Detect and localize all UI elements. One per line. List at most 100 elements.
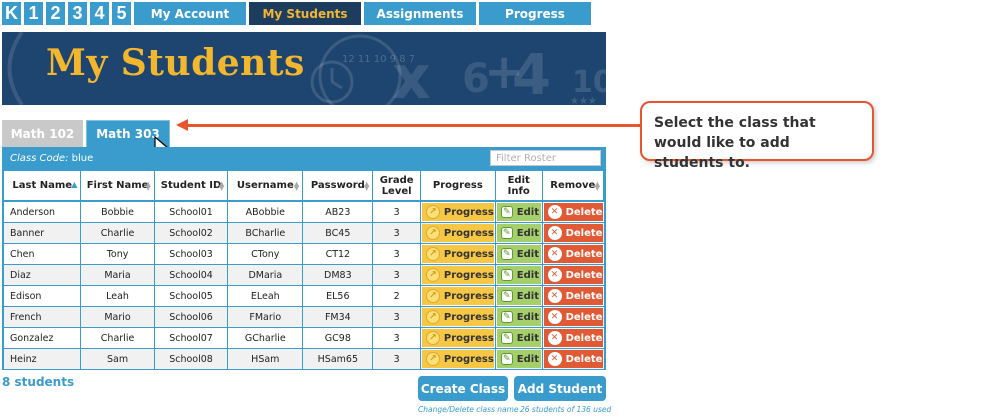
grade-5-button[interactable]: 5 <box>112 2 131 25</box>
col-first-name[interactable]: First Name ▲ ▼ <box>80 171 155 202</box>
student-count: 8 students <box>2 375 75 389</box>
col-username[interactable]: Username ▲ ▼ <box>227 171 304 202</box>
delete-button[interactable]: ✕ Delete <box>543 287 603 305</box>
edit-button[interactable]: ✎ Edit <box>496 203 541 221</box>
page-banner: 12 11 10 9 8 7 x 6 + 4 10 ★★★ My Student… <box>2 32 606 105</box>
nav-assignments[interactable]: Assignments <box>364 2 476 25</box>
progress-label: Progress <box>443 206 494 218</box>
col-password[interactable]: Password ▲ ▼ <box>302 171 374 202</box>
cell-grade: 2 <box>372 285 421 307</box>
edit-button[interactable]: ✎ Edit <box>496 224 541 242</box>
class-code-value: blue <box>71 153 94 164</box>
col-student-id[interactable]: Student ID ▲ ▼ <box>154 171 229 202</box>
edit-button[interactable]: ✎ Edit <box>496 245 541 263</box>
cell-grade: 3 <box>372 264 421 286</box>
cell-first: Bobbie <box>80 201 155 223</box>
col-edit-info: Edit Info <box>495 171 543 202</box>
nav-my-students[interactable]: My Students <box>249 2 361 25</box>
progress-button[interactable]: ↗ Progress <box>421 245 494 263</box>
progress-button[interactable]: ↗ Progress <box>421 266 494 284</box>
close-icon: ✕ <box>547 247 562 261</box>
progress-button[interactable]: ↗ Progress <box>421 224 494 242</box>
col-grade-level[interactable]: Grade Level <box>372 171 421 202</box>
cell-password: CT12 <box>302 243 374 265</box>
tab-math-102[interactable]: Math 102 <box>2 120 83 148</box>
close-icon: ✕ <box>547 205 562 219</box>
roster-body: Anderson Bobbie School01 ABobbie AB23 3 ↗ Progr… <box>4 201 604 370</box>
add-student-button[interactable]: Add Student <box>514 376 606 401</box>
grade-2-button[interactable]: 2 <box>46 2 65 25</box>
edit-button[interactable]: ✎ Edit <box>496 329 541 347</box>
cell-password: EL56 <box>302 285 374 307</box>
grade-1-button[interactable]: 1 <box>24 2 43 25</box>
cell-last: Banner <box>4 222 82 244</box>
create-class-button[interactable]: Create Class <box>418 376 508 401</box>
progress-button[interactable]: ↗ Progress <box>421 203 494 221</box>
delete-label: Delete <box>565 290 603 302</box>
close-icon: ✕ <box>547 352 562 366</box>
cell-grade: 3 <box>372 327 421 349</box>
delete-button[interactable]: ✕ Delete <box>543 266 603 284</box>
cell-first: Sam <box>80 348 155 370</box>
progress-button[interactable]: ↗ Progress <box>421 329 494 347</box>
add-student-note: 26 students of 136 used <box>520 405 612 414</box>
callout-arrow-line <box>186 124 640 127</box>
svg-text:10: 10 <box>572 65 606 100</box>
table-row: Edison Leah School05 ELeah EL56 2 ↗ Progress ✎ Ed… <box>4 285 604 307</box>
cell-first: Charlie <box>80 327 155 349</box>
col-last-name[interactable]: Last Name ▲ <box>4 171 82 202</box>
instruction-callout: Select the class that would like to add … <box>640 101 874 171</box>
progress-button[interactable]: ↗ Progress <box>421 287 494 305</box>
cell-progress: ↗ Progress <box>420 285 496 307</box>
cell-id: School05 <box>154 285 229 307</box>
cell-delete: ✕ Delete <box>542 327 604 349</box>
edit-button[interactable]: ✎ Edit <box>496 287 541 305</box>
progress-button[interactable]: ↗ Progress <box>421 308 494 326</box>
edit-button[interactable]: ✎ Edit <box>496 350 541 368</box>
cell-username: ABobbie <box>227 201 304 223</box>
nav-progress[interactable]: Progress <box>479 2 591 25</box>
nav-my-account[interactable]: My Account <box>134 2 246 25</box>
cell-username: FMario <box>227 306 304 328</box>
cell-delete: ✕ Delete <box>542 306 604 328</box>
sort-asc-icon: ▲ <box>71 180 78 189</box>
cell-delete: ✕ Delete <box>542 243 604 265</box>
progress-button[interactable]: ↗ Progress <box>421 350 494 368</box>
callout-text: Select the class that would like to add … <box>654 115 816 171</box>
grade-3-button[interactable]: 3 <box>68 2 87 25</box>
edit-icon: ✎ <box>500 353 513 365</box>
progress-label: Progress <box>443 269 494 281</box>
edit-button[interactable]: ✎ Edit <box>496 266 541 284</box>
delete-button[interactable]: ✕ Delete <box>543 203 603 221</box>
chart-icon: ↗ <box>425 310 440 324</box>
delete-button[interactable]: ✕ Delete <box>543 350 603 368</box>
edit-icon: ✎ <box>500 290 513 302</box>
delete-button[interactable]: ✕ Delete <box>543 245 603 263</box>
filter-roster-input[interactable] <box>490 150 601 166</box>
chart-icon: ↗ <box>425 352 440 366</box>
grade-4-button[interactable]: 4 <box>90 2 109 25</box>
svg-text:4: 4 <box>512 43 551 105</box>
edit-button[interactable]: ✎ Edit <box>496 308 541 326</box>
edit-label: Edit <box>516 290 539 302</box>
cell-grade: 3 <box>372 348 421 370</box>
progress-label: Progress <box>443 248 494 260</box>
chart-icon: ↗ <box>425 289 440 303</box>
edit-label: Edit <box>516 227 539 239</box>
edit-icon: ✎ <box>500 206 513 218</box>
progress-label: Progress <box>443 311 494 323</box>
class-code-label: Class Code: <box>10 153 69 164</box>
delete-button[interactable]: ✕ Delete <box>543 224 603 242</box>
delete-button[interactable]: ✕ Delete <box>543 308 603 326</box>
cell-progress: ↗ Progress <box>420 243 496 265</box>
cell-edit: ✎ Edit <box>495 348 543 370</box>
cell-progress: ↗ Progress <box>420 348 496 370</box>
cell-grade: 3 <box>372 222 421 244</box>
cell-delete: ✕ Delete <box>542 201 604 223</box>
top-nav: K 1 2 3 4 5 My Account My Students Assig… <box>2 2 591 25</box>
cell-id: School07 <box>154 327 229 349</box>
delete-button[interactable]: ✕ Delete <box>543 329 603 347</box>
grade-k-button[interactable]: K <box>2 2 21 25</box>
cell-delete: ✕ Delete <box>542 264 604 286</box>
close-icon: ✕ <box>547 289 562 303</box>
